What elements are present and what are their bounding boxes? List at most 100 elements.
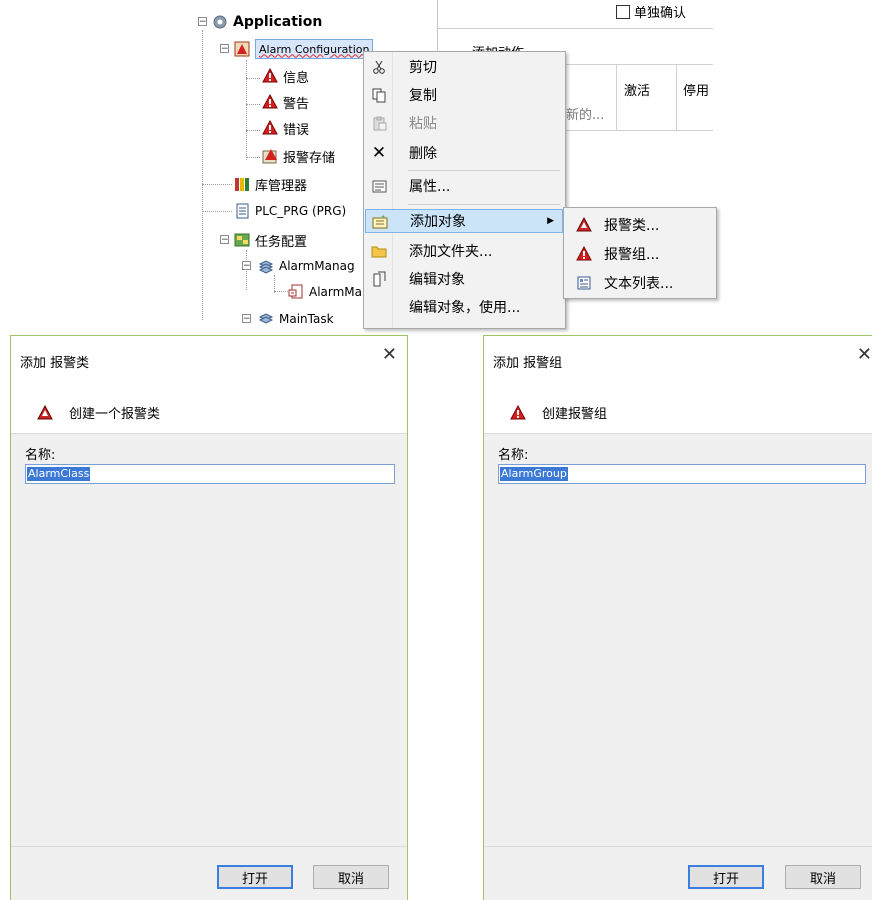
alarm-storage-icon [262,148,278,164]
tree-label-plc-prg: PLC_PRG (PRG) [255,204,347,218]
individual-ack-option[interactable]: 单独确认 [616,2,686,21]
dialog-subtitle: 创建一个报警类 [69,407,161,422]
copy-icon [365,88,393,103]
column-header-activate[interactable]: 激活 [624,80,650,99]
tree-node-library-manager[interactable]: 库管理器 [234,174,307,194]
open-button-label: 打开 [712,871,739,887]
menu-item-copy[interactable]: 复制 [365,83,563,107]
menu-label-edit-object-with: 编辑对象，使用... [409,300,521,316]
tree-label-alarm-manager-task: AlarmManag [279,259,355,273]
dialog-header: 创建一个报警类 [37,403,160,422]
expand-toggle-application[interactable]: − [198,17,207,27]
submenu-item-text-list[interactable]: 文本列表... [564,269,714,297]
expand-toggle-alarm-config[interactable]: − [220,44,229,54]
alarm-config-icon [234,41,250,57]
tree-label-error: 错误 [283,122,310,138]
alarm-class-icon [37,404,53,421]
cancel-button[interactable]: 取消 [313,865,389,889]
menu-item-add-folder[interactable]: 添加文件夹... [365,239,563,263]
dialog-title: 添加 报警类 [20,356,90,371]
alarm-group-icon [564,246,604,262]
menu-item-paste[interactable]: 粘贴 [365,111,563,135]
menu-item-edit-object-with[interactable]: 编辑对象，使用... [365,295,563,319]
tree-node-alarm-manager-task[interactable]: AlarmManag [258,256,355,276]
cancel-button[interactable]: 取消 [785,865,861,889]
edit-object-icon [365,271,393,287]
menu-label-paste: 粘贴 [409,116,437,132]
dialog-title: 添加 报警组 [493,356,563,371]
menu-label-delete: 删除 [409,146,437,162]
submenu-label-alarm-class: 报警类... [604,218,660,234]
properties-icon [365,179,393,194]
tree-label-alarm-storage: 报警存储 [283,150,336,166]
tree-label-task-configuration: 任务配置 [255,234,308,250]
tree-node-warning[interactable]: 警告 [262,92,309,112]
menu-label-properties: 属性... [409,179,451,195]
tree-label-application: Application [233,14,323,30]
program-document-icon [234,203,250,219]
name-input-value: AlarmGroup [500,467,568,481]
tree-node-error[interactable]: 错误 [262,118,309,138]
close-icon[interactable]: ✕ [857,346,872,364]
add-alarm-class-dialog: 添加 报警类 ✕ 创建一个报警类 名称: AlarmClass 打开 取消 [10,335,408,900]
column-header-disable[interactable]: 停用 [683,80,709,99]
task-config-icon [234,232,250,248]
warning-triangle-icon [262,94,278,110]
dialog-body: 名称: AlarmGroup [484,434,872,846]
cancel-button-label: 取消 [809,871,836,887]
dialog-body: 名称: AlarmClass [11,434,407,846]
grid-column-divider [616,64,617,130]
name-input-value: AlarmClass [27,467,91,481]
tree-node-main-task[interactable]: MainTask [258,309,334,329]
add-alarm-group-dialog: 添加 报警组 ✕ 创建报警组 名称: AlarmGroup 打开 取消 [483,335,872,900]
name-input[interactable]: AlarmClass [25,464,395,484]
add-object-submenu[interactable]: 报警类... 报警组... 文本列表... [563,207,717,299]
menu-item-edit-object[interactable]: 编辑对象 [365,267,563,291]
expand-toggle-task-config[interactable]: − [220,235,229,245]
dialog-subtitle: 创建报警组 [542,407,608,422]
submenu-arrow-icon: ▶ [547,216,554,226]
menu-item-add-object[interactable]: + 添加对象 ▶ [365,209,563,233]
tree-node-info[interactable]: 信息 [262,66,309,86]
expand-toggle-alarm-manager-task[interactable]: − [242,261,251,271]
warning-triangle-icon [262,68,278,84]
submenu-item-alarm-class[interactable]: 报警类... [564,211,714,239]
paste-icon [365,116,393,131]
dialog-footer: 打开 取消 [11,846,407,900]
menu-label-copy: 复制 [409,88,437,104]
name-input[interactable]: AlarmGroup [498,464,866,484]
open-button[interactable]: 打开 [217,865,293,889]
name-label: 名称: [25,448,56,463]
submenu-label-alarm-group: 报警组... [604,247,660,263]
tree-label-warning: 警告 [283,96,310,112]
add-object-icon: + [366,214,394,229]
warning-triangle-icon [262,120,278,136]
program-call-icon [288,284,304,300]
submenu-label-text-list: 文本列表... [604,276,674,292]
menu-item-delete[interactable]: ✕ 删除 [365,141,563,165]
menu-separator [408,170,560,171]
tree-node-task-configuration[interactable]: 任务配置 [234,230,307,250]
tree-node-alarm-manager-call[interactable]: AlarmMa [288,282,362,302]
submenu-item-alarm-group[interactable]: 报警组... [564,240,714,268]
menu-item-properties[interactable]: 属性... [365,174,563,198]
close-icon[interactable]: ✕ [382,346,397,364]
tree-label-info: 信息 [283,70,310,86]
checkbox[interactable] [616,4,630,19]
tree-node-application[interactable]: Application [212,12,322,32]
context-menu[interactable]: 剪切 复制 粘贴 ✕ 删除 属性... + 添加对象 ▶ 添加文件夹... 编辑… [363,51,566,329]
text-list-icon [564,275,604,291]
menu-label-cut: 剪切 [409,60,437,76]
menu-label-edit-object: 编辑对象 [409,272,465,288]
menu-item-cut[interactable]: 剪切 [365,55,563,79]
tree-label-library-manager: 库管理器 [255,178,308,194]
open-button[interactable]: 打开 [688,865,764,889]
dialog-footer: 打开 取消 [484,846,872,900]
new-action-cell[interactable]: 新的... [566,104,604,123]
alarm-group-icon [510,404,526,421]
tree-node-alarm-configuration[interactable]: Alarm Configuration [234,39,374,59]
delete-x-icon: ✕ [371,143,387,163]
tree-node-alarm-storage[interactable]: 报警存储 [262,146,335,166]
expand-toggle-main-task[interactable]: − [242,314,251,324]
tree-node-plc-prg[interactable]: PLC_PRG (PRG) [234,201,346,221]
